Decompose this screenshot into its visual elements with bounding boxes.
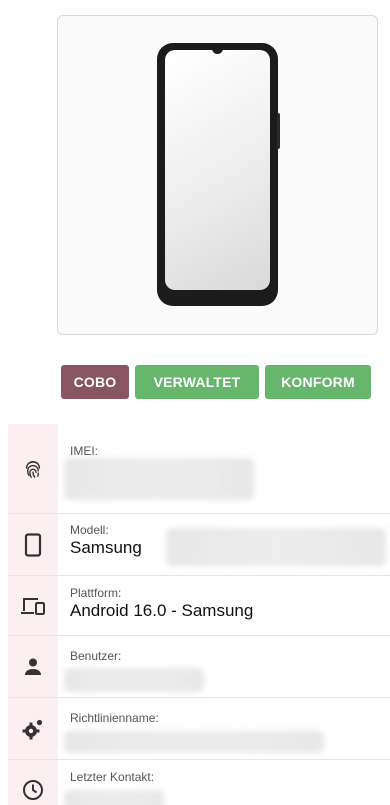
platform-label: Plattform: (70, 586, 122, 600)
row-icon-cell (8, 760, 58, 805)
model-value: Samsung (70, 538, 142, 557)
badge-cobo: COBO (61, 365, 129, 399)
phone-screen (165, 50, 270, 290)
detail-row-platform: Plattform: Android 16.0 - Samsung (8, 576, 390, 636)
last-contact-value-redacted (64, 790, 164, 805)
phone-image (157, 43, 280, 306)
detail-row-imei: IMEI: (8, 424, 390, 514)
last-contact-label: Letzter Kontakt: (70, 770, 155, 784)
imei-value-redacted (64, 458, 254, 500)
policy-value-redacted (64, 731, 324, 753)
detail-row-policy: Richtlinienname: (8, 698, 390, 760)
badge-managed: VERWALTET (135, 365, 259, 399)
row-icon-cell (8, 576, 58, 635)
user-label: Benutzer: (70, 649, 122, 663)
platform-value: Android 16.0 - Samsung (70, 601, 254, 620)
detail-row-user: Benutzer: (8, 636, 390, 698)
model-value-redacted (166, 528, 386, 566)
person-icon (23, 657, 43, 677)
clock-icon (22, 779, 44, 801)
row-icon-cell (8, 424, 58, 513)
device-image-card (57, 15, 378, 335)
detail-row-last-contact: Letzter Kontakt: (8, 760, 390, 805)
imei-label: IMEI: (70, 444, 99, 458)
status-badges: COBO VERWALTET KONFORM (61, 365, 371, 399)
fingerprint-icon (22, 458, 44, 480)
phone-side-button (277, 113, 280, 149)
row-icon-cell (8, 698, 58, 759)
row-icon-cell (8, 514, 58, 575)
detail-row-model: Modell: Samsung (8, 514, 390, 576)
policy-label: Richtlinienname: (70, 711, 159, 725)
model-label: Modell: (70, 523, 109, 537)
devices-icon (20, 595, 46, 617)
row-icon-cell (8, 636, 58, 697)
badge-compliant: KONFORM (265, 365, 371, 399)
gear-icon (21, 717, 45, 741)
device-details-list: IMEI: Modell: Samsung Plattform: Android… (8, 424, 390, 805)
user-value-redacted (64, 668, 204, 692)
phone-icon (24, 532, 42, 557)
